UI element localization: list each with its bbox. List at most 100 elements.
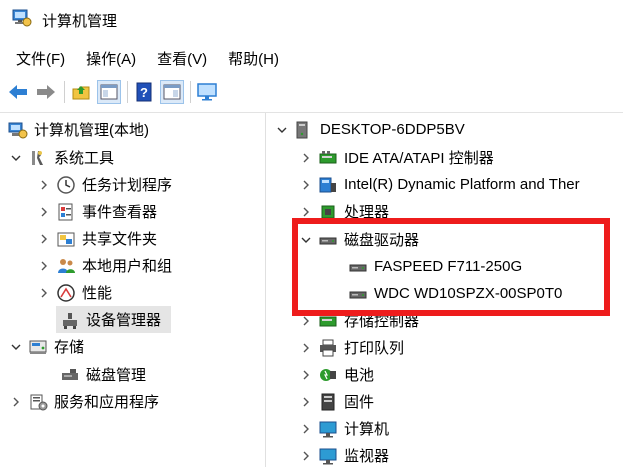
shared-folder-icon bbox=[56, 229, 76, 249]
tree-item-performance[interactable]: 性能 bbox=[36, 279, 112, 306]
ide-controller-icon bbox=[318, 148, 338, 168]
chevron-right-icon[interactable] bbox=[8, 394, 24, 410]
chevron-right-icon[interactable] bbox=[298, 367, 314, 383]
device-label: DESKTOP-6DDP5BV bbox=[320, 121, 465, 138]
title-bar: 计算机管理 bbox=[0, 0, 623, 40]
menu-action[interactable]: 操作(A) bbox=[86, 46, 136, 71]
device-item-ide[interactable]: IDE ATA/ATAPI 控制器 bbox=[298, 144, 494, 171]
tree-item-local-users[interactable]: 本地用户和组 bbox=[36, 252, 172, 279]
tree-label: 性能 bbox=[82, 285, 113, 302]
back-button[interactable] bbox=[6, 80, 30, 104]
tree-label: 共享文件夹 bbox=[82, 231, 158, 248]
users-icon bbox=[56, 256, 76, 276]
tree-item-task-scheduler[interactable]: 任务计划程序 bbox=[36, 171, 172, 198]
app-icon bbox=[12, 8, 32, 33]
chevron-down-icon[interactable] bbox=[8, 150, 24, 166]
monitor-icon bbox=[197, 83, 217, 101]
device-label: 计算机 bbox=[344, 421, 390, 438]
computer-management-icon bbox=[8, 120, 28, 140]
tools-icon bbox=[28, 148, 48, 168]
device-label: 监视器 bbox=[344, 448, 390, 465]
up-folder-button[interactable] bbox=[69, 80, 93, 104]
device-label: 打印队列 bbox=[344, 340, 405, 357]
svg-text:?: ? bbox=[140, 85, 148, 100]
help-book-icon: ? bbox=[136, 82, 152, 102]
tree-label: 计算机管理(本地) bbox=[34, 122, 149, 139]
firmware-icon bbox=[318, 392, 338, 412]
printer-icon bbox=[318, 338, 338, 358]
device-label: Intel(R) Dynamic Platform and Ther bbox=[344, 176, 580, 193]
tree-item-system-tools[interactable]: 系统工具 bbox=[8, 144, 114, 171]
tree-label: 事件查看器 bbox=[82, 204, 158, 221]
tree-item-disk-management[interactable]: 磁盘管理 bbox=[56, 361, 146, 388]
window-title: 计算机管理 bbox=[42, 12, 118, 30]
monitor-icon bbox=[318, 446, 338, 466]
menu-bar: 文件(F) 操作(A) 查看(V) 帮助(H) bbox=[0, 44, 300, 72]
forward-arrow-icon bbox=[37, 85, 55, 99]
toolbar-separator bbox=[64, 81, 65, 103]
device-item-computer[interactable]: 计算机 bbox=[298, 415, 389, 442]
performance-icon bbox=[56, 283, 76, 303]
chevron-right-icon[interactable] bbox=[298, 177, 314, 193]
toolbar: ? bbox=[0, 74, 623, 110]
annotation-highlight-box bbox=[292, 218, 610, 316]
device-item-firmware[interactable]: 固件 bbox=[298, 388, 374, 415]
tree-item-shared-folders[interactable]: 共享文件夹 bbox=[36, 225, 157, 252]
tree-label: 任务计划程序 bbox=[82, 177, 173, 194]
chevron-right-icon[interactable] bbox=[298, 394, 314, 410]
forward-button[interactable] bbox=[34, 80, 58, 104]
tree-label: 系统工具 bbox=[54, 150, 115, 167]
chevron-right-icon[interactable] bbox=[298, 448, 314, 464]
chevron-right-icon[interactable] bbox=[36, 258, 52, 274]
chevron-right-icon[interactable] bbox=[298, 340, 314, 356]
tree-item-services[interactable]: 服务和应用程序 bbox=[8, 388, 159, 415]
chevron-right-icon[interactable] bbox=[36, 231, 52, 247]
show-hide-tree-button[interactable] bbox=[97, 80, 121, 104]
action-pane-button[interactable] bbox=[160, 80, 184, 104]
desktop-computer-icon bbox=[294, 120, 314, 140]
event-log-icon bbox=[56, 202, 76, 222]
toolbar-separator bbox=[127, 81, 128, 103]
tree-item-device-manager[interactable]: 设备管理器 bbox=[56, 306, 172, 333]
storage-icon bbox=[28, 337, 48, 357]
show-screen-button[interactable] bbox=[195, 80, 219, 104]
tree-item-storage[interactable]: 存储 bbox=[8, 333, 84, 360]
device-item-intel-platform[interactable]: Intel(R) Dynamic Platform and Ther bbox=[298, 171, 580, 198]
back-arrow-icon bbox=[9, 85, 27, 99]
menu-file[interactable]: 文件(F) bbox=[16, 46, 65, 71]
device-manager-icon bbox=[60, 310, 80, 330]
folder-up-icon bbox=[72, 86, 90, 100]
device-label: 电池 bbox=[344, 367, 375, 384]
console-tree-pane: 计算机管理(本地) 系统工具 任务计划程序 事件查看器 共享文件夹 本地用户和组 bbox=[0, 113, 266, 467]
tree-label: 服务和应用程序 bbox=[54, 394, 160, 411]
tree-item-event-viewer[interactable]: 事件查看器 bbox=[36, 198, 157, 225]
computer-management-window: 计算机管理 文件(F) 操作(A) 查看(V) 帮助(H) ? 计算机管理(本地… bbox=[0, 0, 623, 467]
chevron-right-icon[interactable] bbox=[36, 285, 52, 301]
chevron-right-icon[interactable] bbox=[298, 150, 314, 166]
battery-icon bbox=[318, 365, 338, 385]
console-tree-icon bbox=[100, 84, 118, 100]
computer-monitor-icon bbox=[318, 419, 338, 439]
chevron-right-icon[interactable] bbox=[36, 204, 52, 220]
clock-icon bbox=[56, 175, 76, 195]
chevron-right-icon[interactable] bbox=[36, 177, 52, 193]
tree-label: 本地用户和组 bbox=[82, 258, 173, 275]
services-icon bbox=[28, 392, 48, 412]
device-item-batteries[interactable]: 电池 bbox=[298, 361, 374, 388]
device-item-monitors[interactable]: 监视器 bbox=[298, 442, 389, 467]
chevron-down-icon[interactable] bbox=[274, 122, 290, 138]
help-button[interactable]: ? bbox=[132, 80, 156, 104]
device-label: 固件 bbox=[344, 394, 375, 411]
tree-item-root[interactable]: 计算机管理(本地) bbox=[8, 116, 149, 143]
chevron-down-icon[interactable] bbox=[8, 339, 24, 355]
tree-label: 磁盘管理 bbox=[86, 367, 147, 384]
action-pane-icon bbox=[163, 84, 181, 100]
device-item-computer-root[interactable]: DESKTOP-6DDP5BV bbox=[274, 116, 465, 143]
tree-label: 存储 bbox=[54, 339, 85, 356]
menu-view[interactable]: 查看(V) bbox=[157, 46, 207, 71]
menu-help[interactable]: 帮助(H) bbox=[228, 46, 279, 71]
system-device-icon bbox=[318, 175, 338, 195]
device-item-print-queues[interactable]: 打印队列 bbox=[298, 334, 404, 361]
chevron-right-icon[interactable] bbox=[298, 421, 314, 437]
device-label: IDE ATA/ATAPI 控制器 bbox=[344, 150, 494, 167]
